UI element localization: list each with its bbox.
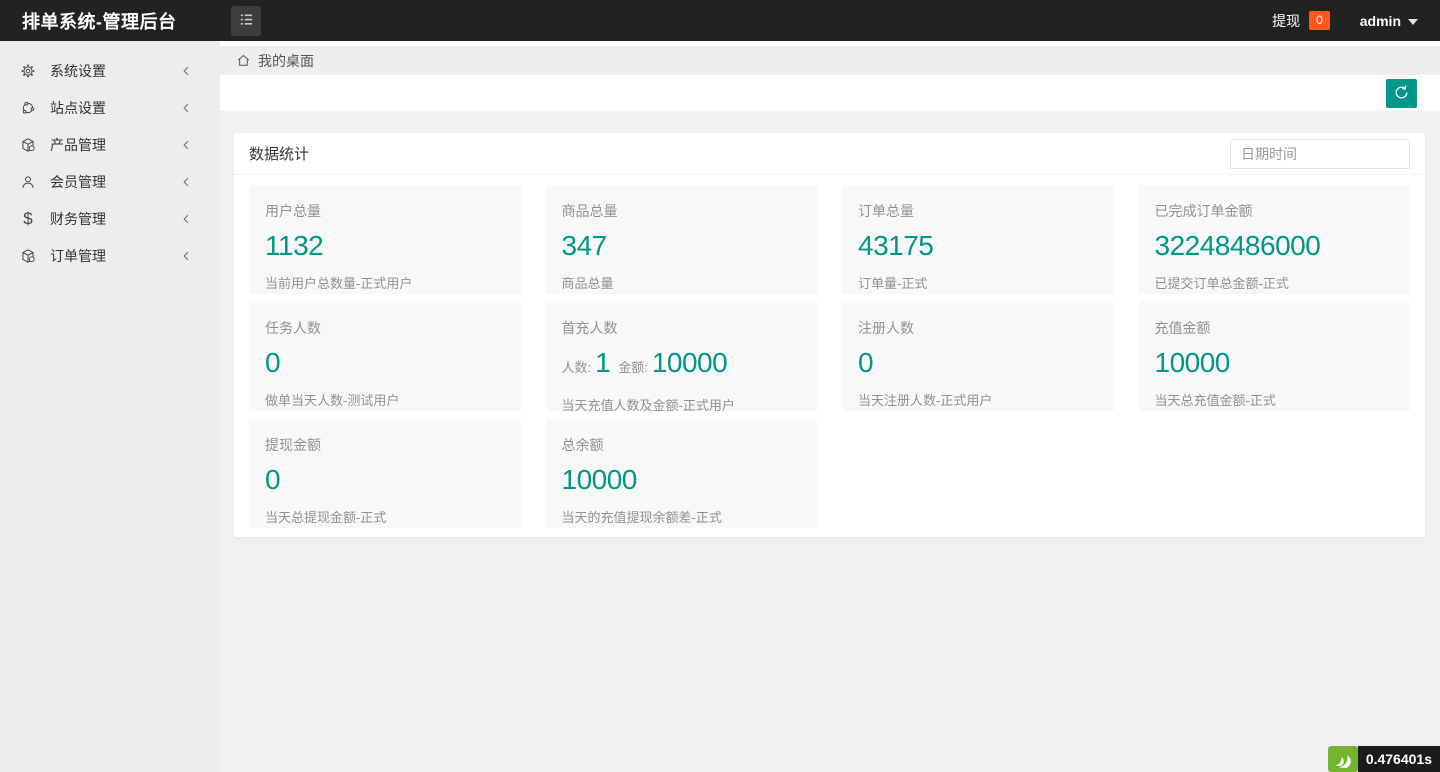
stats-panel-header: 数据统计 — [234, 133, 1425, 175]
gear-icon — [20, 63, 36, 79]
refresh-button[interactable] — [1386, 79, 1417, 108]
sidebar-item-system-settings[interactable]: 系统设置 — [0, 52, 220, 89]
stat-card-value: 32248486000 — [1154, 230, 1321, 261]
sidebar-item-site-settings[interactable]: 站点设置 — [0, 89, 220, 126]
stat-card-value: 0 — [265, 464, 281, 495]
stat-card-desc: 订单量-正式 — [858, 276, 928, 291]
cube-icon — [20, 248, 36, 264]
sidebar-item-label: 系统设置 — [50, 62, 106, 79]
username: admin — [1359, 12, 1401, 29]
stat-card-title: 充值金额 — [1154, 320, 1211, 336]
stat-card-products-total: 商品总量 347 商品总量 — [545, 185, 817, 294]
withdraw-label: 提现 — [1272, 12, 1301, 29]
stat-card-desc: 当前用户总数量-正式用户 — [265, 276, 413, 291]
sidebar-item-order-management[interactable]: 订单管理 — [0, 237, 220, 274]
breadcrumb-label: 我的桌面 — [258, 52, 314, 69]
stat-card-users-total: 用户总量 1132 当前用户总数量-正式用户 — [249, 185, 521, 294]
stat-card-desc: 当天注册人数-正式用户 — [858, 393, 993, 408]
stat-card-value: 1132 — [265, 230, 324, 261]
content-top: 我的桌面 — [220, 41, 1440, 112]
trace-time: 0.476401s — [1357, 746, 1440, 772]
stat-card-title: 注册人数 — [858, 320, 914, 336]
stat-card-value: 人数: 1 金额: 10000 — [562, 348, 802, 383]
stat-card-desc: 当天总提现金额-正式 — [265, 510, 387, 525]
site-globe-icon — [20, 100, 36, 116]
stat-card-title: 用户总量 — [265, 203, 321, 219]
stat-card-orders-total: 订单总量 43175 订单量-正式 — [842, 185, 1114, 294]
home-icon — [236, 53, 251, 68]
stat-card-value: 10000 — [561, 464, 638, 495]
page-body: 数据统计 用户总量 1132 当前用户总数量-正式用户 商品总量 347 商品总… — [220, 112, 1440, 772]
trace-bar: 0.476401s — [1327, 746, 1440, 772]
refresh-icon — [1393, 84, 1410, 104]
sidebar-item-product-management[interactable]: 产品管理 — [0, 126, 220, 163]
app-title: 排单系统-管理后台 — [22, 11, 177, 32]
sidebar-item-label: 订单管理 — [50, 247, 106, 264]
stat-card-task-users: 任务人数 0 做单当天人数-测试用户 — [249, 302, 521, 411]
stat-card-title: 订单总量 — [858, 203, 914, 219]
stat-card-registered-users: 注册人数 0 当天注册人数-正式用户 — [842, 302, 1114, 411]
stat-card-title: 任务人数 — [265, 320, 321, 336]
withdraw-count-badge: 0 — [1309, 11, 1330, 30]
stat-card-title: 总余额 — [561, 437, 604, 453]
chevron-left-icon — [180, 102, 192, 114]
caret-down-icon — [1408, 18, 1418, 25]
list-menu-icon — [238, 11, 255, 31]
sidebar-toggle-button[interactable] — [231, 5, 261, 36]
cube-icon — [20, 137, 36, 153]
sidebar-item-label: 产品管理 — [50, 136, 106, 153]
first-charge-amount-label: 金额: — [618, 360, 648, 375]
stat-card-total-balance: 总余额 10000 当天的充值提现余额差-正式 — [545, 419, 817, 528]
stat-card-desc: 当天的充值提现余额差-正式 — [561, 510, 722, 525]
stat-card-desc: 商品总量 — [561, 276, 614, 291]
withdraw-link[interactable]: 提现 0 — [1272, 11, 1330, 31]
stat-card-title: 提现金额 — [265, 437, 321, 453]
panel-title: 数据统计 — [249, 146, 310, 163]
first-charge-count-value: 1 — [595, 347, 611, 378]
stat-card-withdraw-amount: 提现金额 0 当天总提现金额-正式 — [249, 419, 521, 528]
user-dropdown[interactable]: admin — [1360, 13, 1418, 29]
sidebar-item-label: 会员管理 — [50, 173, 106, 190]
stats-card-grid: 用户总量 1132 当前用户总数量-正式用户 商品总量 347 商品总量 订单总… — [234, 175, 1425, 537]
stat-card-first-charge: 首充人数 人数: 1 金额: 10000 当天充值人数及金额-正式用户 — [545, 302, 817, 413]
sidebar: 系统设置 站点设置 产品管理 会员管理 $ 财务管理 订单管理 — [0, 41, 220, 772]
chevron-left-icon — [180, 213, 192, 225]
chevron-left-icon — [180, 65, 192, 77]
user-icon — [20, 174, 36, 190]
stats-panel: 数据统计 用户总量 1132 当前用户总数量-正式用户 商品总量 347 商品总… — [234, 133, 1425, 537]
stat-card-completed-order-amount: 已完成订单金额 32248486000 已提交订单总金额-正式 — [1138, 185, 1410, 294]
stat-card-title: 已完成订单金额 — [1154, 203, 1253, 219]
thinkphp-logo-icon[interactable] — [1327, 746, 1358, 772]
stat-card-title: 首充人数 — [561, 320, 618, 336]
main-content: 我的桌面 数据统计 用户总量 1132 — [220, 41, 1440, 772]
dollar-icon: $ — [23, 209, 33, 228]
header-right: 提现 0 admin — [1272, 11, 1440, 31]
stat-card-desc: 当天充值人数及金额-正式用户 — [561, 398, 735, 413]
stat-card-desc: 做单当天人数-测试用户 — [265, 393, 400, 408]
sidebar-item-member-management[interactable]: 会员管理 — [0, 163, 220, 200]
stat-card-recharge-amount: 充值金额 10000 当天总充值金额-正式 — [1138, 302, 1410, 411]
sidebar-item-finance-management[interactable]: $ 财务管理 — [0, 200, 220, 237]
tab-bar — [220, 75, 1440, 112]
stat-card-desc: 当天总充值金额-正式 — [1154, 393, 1276, 408]
sidebar-item-label: 站点设置 — [50, 99, 106, 116]
header: 排单系统-管理后台 提现 0 admin — [0, 0, 1440, 41]
sidebar-item-label: 财务管理 — [50, 210, 106, 227]
chevron-left-icon — [180, 176, 192, 188]
first-charge-count-label: 人数: — [561, 360, 592, 375]
date-input[interactable] — [1230, 138, 1410, 169]
stat-card-desc: 已提交订单总金额-正式 — [1154, 276, 1289, 291]
stat-card-value: 0 — [858, 347, 874, 378]
stat-card-title: 商品总量 — [561, 203, 618, 219]
breadcrumb: 我的桌面 — [220, 46, 1440, 75]
stat-card-value: 347 — [561, 230, 608, 261]
chevron-left-icon — [180, 139, 192, 151]
stat-card-value: 43175 — [858, 230, 934, 261]
stat-card-value: 10000 — [1154, 347, 1231, 378]
chevron-left-icon — [180, 250, 192, 262]
stat-card-value: 0 — [265, 347, 281, 378]
first-charge-amount-value: 10000 — [651, 347, 728, 378]
